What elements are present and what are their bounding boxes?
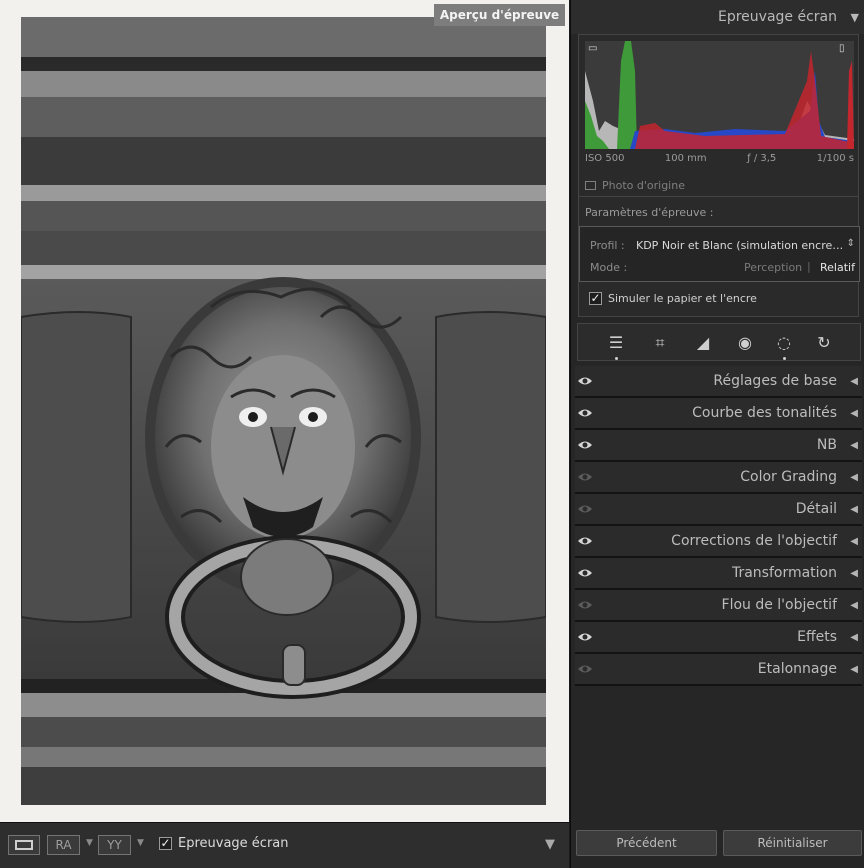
panel-row[interactable]: Color Grading ◀ xyxy=(575,462,862,494)
eye-icon[interactable] xyxy=(577,662,593,676)
panel-name: Transformation xyxy=(731,565,837,581)
panel-name: Etalonnage xyxy=(757,661,837,677)
shadow-clipping-icon[interactable]: ▭ xyxy=(588,44,600,54)
panel-row[interactable]: Flou de l'objectif ◀ xyxy=(575,590,862,622)
panel-name: Réglages de base xyxy=(713,373,837,389)
panel-name: Courbe des tonalités xyxy=(692,405,837,421)
panel-name: Détail xyxy=(795,501,837,517)
mask-icon[interactable]: ◌ xyxy=(773,332,795,354)
mode-separator: | xyxy=(807,260,811,273)
expand-triangle-icon[interactable]: ◀ xyxy=(850,376,858,387)
panel-row[interactable]: Détail ◀ xyxy=(575,494,862,526)
simulate-paper-ink-label: Simuler le papier et l'encre xyxy=(608,292,757,305)
exif-info-row: ISO 500 100 mm ƒ / 3,5 1/100 s xyxy=(585,153,854,169)
eye-icon[interactable] xyxy=(577,598,593,612)
expand-triangle-icon[interactable]: ◀ xyxy=(850,632,858,643)
mode-relative-option[interactable]: Relatif xyxy=(820,261,855,274)
toolbar-menu-button[interactable]: ▼ xyxy=(540,837,560,853)
original-photo-label: Photo d'origine xyxy=(602,179,685,192)
chevron-down-icon[interactable]: ▼ xyxy=(137,838,144,848)
profile-label: Profil : xyxy=(590,239,625,252)
panel-row[interactable]: Réglages de base ◀ xyxy=(575,366,862,398)
proof-settings-box: Profil : KDP Noir et Blanc (simulation e… xyxy=(579,226,860,282)
eye-icon[interactable] xyxy=(577,502,593,516)
panel-name: Corrections de l'objectif xyxy=(671,533,837,549)
chevron-down-icon: ▼ xyxy=(545,837,555,852)
proof-settings-panel: Paramètres d'épreuve : Profil : KDP Noir… xyxy=(578,197,860,317)
chevron-down-icon[interactable]: ▼ xyxy=(86,838,93,848)
bottom-toolbar: RA ▼ YY ▼ ✓ Epreuvage écran ▼ xyxy=(0,822,569,868)
mode-perception-option[interactable]: Perception xyxy=(744,261,802,274)
expand-triangle-icon[interactable]: ◀ xyxy=(850,536,858,547)
compare-ra-button[interactable]: RA xyxy=(47,835,80,855)
panel-name: Effets xyxy=(797,629,837,645)
checkbox-checked-icon[interactable]: ✓ xyxy=(159,837,172,850)
shutter-speed-value: 1/100 s xyxy=(816,153,854,164)
tool-strip: ☰ ⌗ ◢ ◉ ◌ ↻ xyxy=(577,323,861,361)
mode-label: Mode : xyxy=(590,261,628,274)
expand-triangle-icon[interactable]: ◀ xyxy=(850,472,858,483)
histogram-panel: ▭ ▯ ISO 500 100 mm ƒ / 3,5 1/100 s Photo… xyxy=(578,34,859,197)
soft-proofing-checkbox[interactable]: ✓ Epreuvage écran xyxy=(159,836,289,851)
eye-icon[interactable] xyxy=(577,566,593,580)
expand-triangle-icon[interactable]: ◀ xyxy=(850,504,858,515)
reset-button[interactable]: Réinitialiser xyxy=(723,830,862,856)
expand-triangle-icon[interactable]: ◀ xyxy=(850,408,858,419)
simulate-paper-ink-checkbox[interactable]: ✓ Simuler le papier et l'encre xyxy=(589,292,757,305)
panel-row[interactable]: Courbe des tonalités ◀ xyxy=(575,398,862,430)
expand-triangle-icon[interactable]: ◀ xyxy=(850,664,858,675)
original-photo-toggle[interactable]: Photo d'origine xyxy=(585,179,685,192)
highlight-clipping-icon[interactable]: ▯ xyxy=(839,44,851,54)
compare-yy-button[interactable]: YY xyxy=(98,835,131,855)
eye-icon[interactable] xyxy=(577,374,593,388)
panel-name: NB xyxy=(816,437,837,453)
loupe-view-button[interactable] xyxy=(8,835,40,855)
photo-lion-door-knocker[interactable] xyxy=(21,17,546,805)
panel-name: Flou de l'objectif xyxy=(721,597,837,613)
active-tool-dot xyxy=(615,357,618,360)
checkbox-unchecked-icon[interactable] xyxy=(585,181,596,190)
select-updown-icon[interactable]: ⇕ xyxy=(847,238,855,249)
previous-button[interactable]: Précédent xyxy=(576,830,717,856)
bottom-buttons-bar: Précédent Réinitialiser xyxy=(571,822,864,868)
proof-preview-badge: Aperçu d'épreuve xyxy=(434,4,565,26)
loupe-view-icon xyxy=(15,840,33,850)
panel-row[interactable]: Transformation ◀ xyxy=(575,558,862,590)
panel-row[interactable]: Etalonnage ◀ xyxy=(575,654,862,686)
photo-preview-area: Aperçu d'épreuve xyxy=(0,0,569,822)
active-tool-dot xyxy=(783,357,786,360)
expand-triangle-icon[interactable]: ◀ xyxy=(850,568,858,579)
iso-value: ISO 500 xyxy=(585,153,625,164)
panel-name: Color Grading xyxy=(740,469,837,485)
histogram: ▭ ▯ xyxy=(585,41,854,149)
eraser-icon[interactable]: ◢ xyxy=(692,332,714,354)
panel-row[interactable]: NB ◀ xyxy=(575,430,862,462)
crop-icon[interactable]: ⌗ xyxy=(649,332,671,354)
soft-proofing-label: Epreuvage écran xyxy=(178,836,289,851)
eye-icon[interactable] xyxy=(577,470,593,484)
red-eye-icon[interactable]: ◉ xyxy=(734,332,756,354)
eye-icon[interactable] xyxy=(577,534,593,548)
focal-length-value: 100 mm xyxy=(664,153,707,164)
sliders-icon[interactable]: ☰ xyxy=(605,332,627,354)
panel-row[interactable]: Corrections de l'objectif ◀ xyxy=(575,526,862,558)
right-panel: Epreuvage écran ▼ ▭ ▯ ISO 500 100 mm ƒ /… xyxy=(570,0,864,868)
panel-header-soft-proofing[interactable]: Epreuvage écran ▼ xyxy=(571,0,864,34)
develop-panels: Réglages de base ◀ Courbe des tonalités ◀ NB… xyxy=(575,366,862,686)
checkbox-checked-icon[interactable]: ✓ xyxy=(589,292,602,305)
proof-settings-label: Paramètres d'épreuve : xyxy=(585,206,714,219)
expand-triangle-icon[interactable]: ◀ xyxy=(850,440,858,451)
eye-icon[interactable] xyxy=(577,438,593,452)
eye-icon[interactable] xyxy=(577,406,593,420)
collapse-triangle-icon[interactable]: ▼ xyxy=(851,11,859,24)
eye-icon[interactable] xyxy=(577,630,593,644)
aperture-value: ƒ / 3,5 xyxy=(747,153,777,164)
profile-select[interactable]: KDP Noir et Blanc (simulation encre noir… xyxy=(636,239,846,252)
presets-icon[interactable]: ↻ xyxy=(813,332,835,354)
panel-title: Epreuvage écran xyxy=(718,9,837,25)
panel-row[interactable]: Effets ◀ xyxy=(575,622,862,654)
expand-triangle-icon[interactable]: ◀ xyxy=(850,600,858,611)
